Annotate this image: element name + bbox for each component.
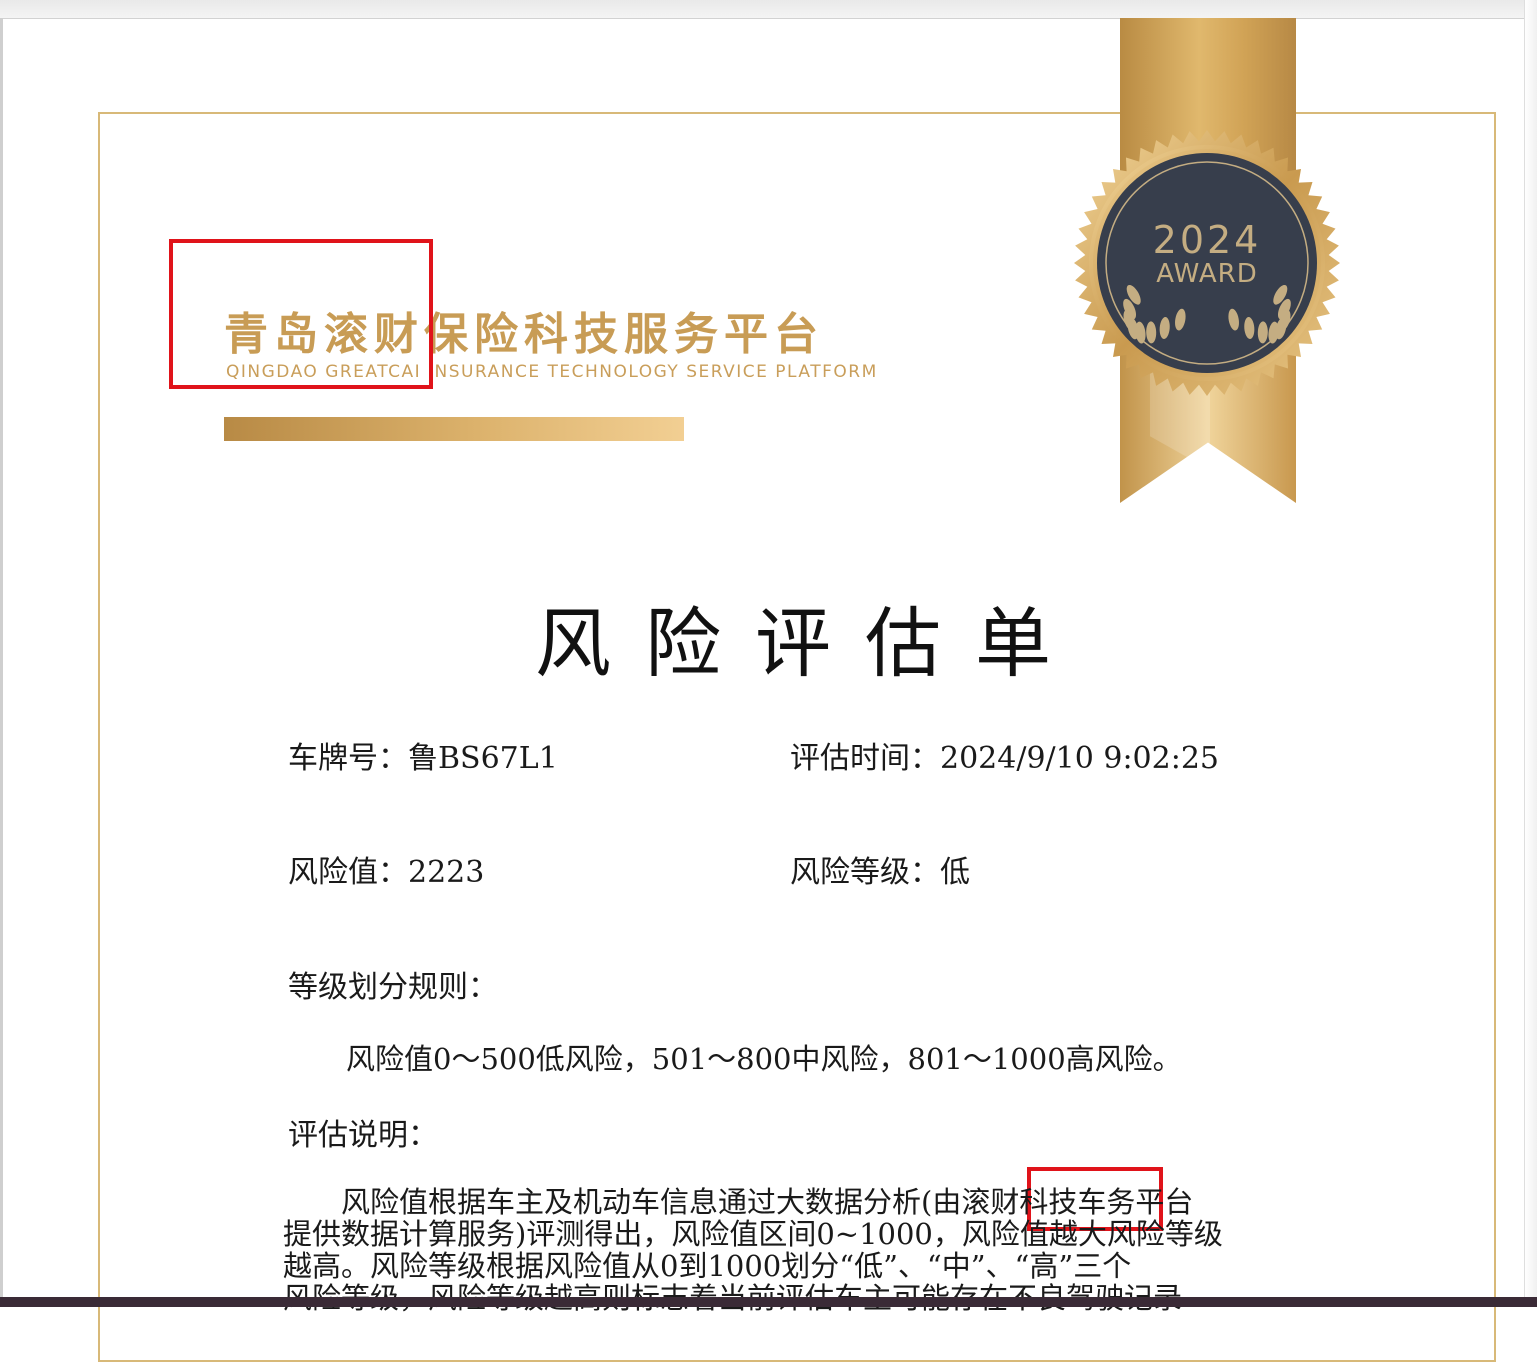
- seal-award-text: AWARD: [1156, 259, 1258, 289]
- document-page: 2024 AWARD 青岛滚财保险科技服务平台 QINGDAO GREATCAI…: [0, 0, 1537, 1362]
- risk-level-label: 风险等级：: [790, 855, 940, 890]
- viewer-left-edge: [0, 18, 3, 1298]
- document-title: 风险评估单: [535, 599, 1085, 688]
- risk-level-value: 低: [940, 855, 970, 890]
- time-label: 评估时间：: [790, 741, 940, 776]
- viewer-scrollbar[interactable]: [1524, 0, 1537, 1300]
- risk-value-field: 风险值：2223: [288, 847, 484, 891]
- highlight-box-brand: [169, 239, 433, 389]
- plate-field: 车牌号：鲁BS67L1: [288, 733, 558, 777]
- risk-level-field: 风险等级：低: [790, 847, 970, 891]
- plate-label: 车牌号：: [288, 741, 408, 776]
- brand-underline-bar: [224, 417, 684, 441]
- time-value: 2024/9/10 9:02:25: [940, 741, 1220, 776]
- seal-year: 2024: [1152, 218, 1262, 262]
- plate-value: 鲁BS67L1: [408, 741, 558, 776]
- viewer-top-bar: [0, 0, 1537, 19]
- note-line: 提供数据计算服务)评测得出，风险值区间0~1000，风险值越大风险等级: [283, 1217, 1223, 1251]
- risk-value-label: 风险值：: [288, 855, 408, 890]
- note-heading: 评估说明：: [288, 1118, 438, 1153]
- note-line: 越高。风险等级根据风险值从0到1000划分“低”、“中”、“高”三个: [283, 1249, 1132, 1283]
- viewer-bottom-bar: [0, 1297, 1537, 1307]
- rule-text: 风险值0～500低风险，501～800中风险，801～1000高风险。: [346, 1042, 1182, 1076]
- note-line: 风险值根据车主及机动车信息通过大数据分析(由滚财科技车务平台: [283, 1185, 1194, 1219]
- assessment-time-field: 评估时间：2024/9/10 9:02:25: [790, 733, 1219, 777]
- risk-value: 2223: [408, 855, 485, 890]
- rule-heading: 等级划分规则：: [288, 970, 498, 1005]
